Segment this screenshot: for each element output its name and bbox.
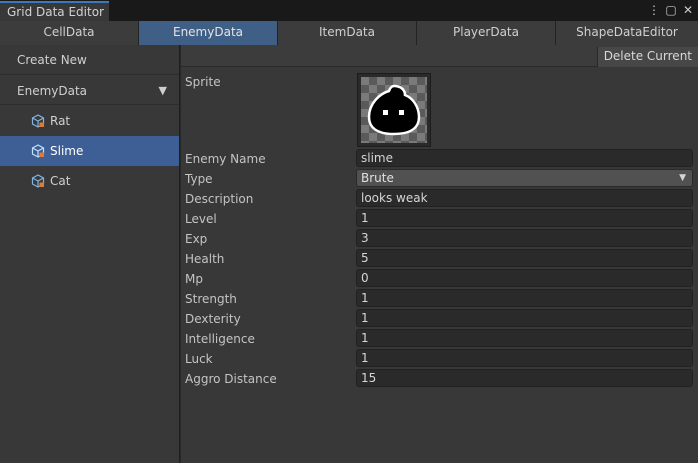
- field-label-mp: Mp: [185, 272, 203, 286]
- tab-enemydata[interactable]: EnemyData: [139, 21, 278, 45]
- sidebar-item-cat[interactable]: Cat: [0, 166, 179, 196]
- intelligence-input[interactable]: 1: [356, 329, 693, 347]
- dexterity-input[interactable]: 1: [356, 309, 693, 327]
- description-input[interactable]: looks weak: [356, 189, 693, 207]
- field-label-strength: Strength: [185, 292, 237, 306]
- luck-input[interactable]: 1: [356, 349, 693, 367]
- type-dropdown[interactable]: Brute ▼: [356, 169, 693, 187]
- maximize-icon[interactable]: ▢: [665, 2, 677, 20]
- exp-input[interactable]: 3: [356, 229, 693, 247]
- sidebar-item-rat[interactable]: Rat: [0, 106, 179, 136]
- sidebar-item-label: Cat: [50, 174, 71, 188]
- dropdown-arrow-icon[interactable]: ▼: [159, 84, 167, 97]
- field-label-intelligence: Intelligence: [185, 332, 255, 346]
- more-options-icon[interactable]: ⋮: [648, 2, 660, 20]
- window-tab[interactable]: Grid Data Editor: [0, 1, 109, 21]
- create-new-label: Create New: [17, 53, 87, 67]
- chevron-down-icon: ▼: [679, 173, 686, 183]
- enemy-name-input[interactable]: slime: [356, 149, 693, 167]
- field-label-health: Health: [185, 252, 225, 266]
- tab-playerdata[interactable]: PlayerData: [417, 21, 556, 45]
- field-label-dexterity: Dexterity: [185, 312, 241, 326]
- field-label-type: Type: [185, 172, 213, 186]
- group-label: EnemyData: [17, 84, 88, 98]
- scriptable-object-icon: [31, 174, 45, 188]
- sidebar: Create New EnemyData ▼ Rat Slime Cat: [0, 45, 180, 463]
- field-label-enemy-name: Enemy Name: [185, 152, 266, 166]
- enemydata-group-header[interactable]: EnemyData ▼: [0, 76, 179, 105]
- field-label-luck: Luck: [185, 352, 213, 366]
- sidebar-item-label: Slime: [50, 144, 84, 158]
- window-title-bar: Grid Data Editor ⋮ ▢ ✕: [0, 0, 698, 21]
- field-label-description: Description: [185, 192, 254, 206]
- tab-itemdata[interactable]: ItemData: [278, 21, 417, 45]
- sidebar-item-slime[interactable]: Slime: [0, 136, 179, 166]
- tab-celldata[interactable]: CellData: [0, 21, 139, 45]
- sprite-field[interactable]: [357, 73, 431, 147]
- scriptable-object-icon: [31, 114, 45, 128]
- mp-input[interactable]: 0: [356, 269, 693, 287]
- slime-sprite-icon: [361, 77, 427, 143]
- sprite-label: Sprite: [185, 75, 221, 89]
- create-new-button[interactable]: Create New: [0, 45, 179, 75]
- close-icon[interactable]: ✕: [682, 2, 694, 20]
- delete-current-button[interactable]: Delete Current: [596, 47, 698, 67]
- inspector-toolbar: Delete Current: [181, 45, 698, 67]
- aggro-distance-input[interactable]: 15: [356, 369, 693, 387]
- tab-shapedataeditor[interactable]: ShapeDataEditor: [556, 21, 698, 45]
- field-label-level: Level: [185, 212, 217, 226]
- type-dropdown-value: Brute: [361, 171, 394, 185]
- window-title: Grid Data Editor: [7, 5, 104, 19]
- scriptable-object-icon: [31, 144, 45, 158]
- strength-input[interactable]: 1: [356, 289, 693, 307]
- health-input[interactable]: 5: [356, 249, 693, 267]
- window-controls: ⋮ ▢ ✕: [648, 2, 694, 20]
- field-label-aggro-distance: Aggro Distance: [185, 372, 277, 386]
- sidebar-item-label: Rat: [50, 114, 71, 128]
- editor-tabs: CellData EnemyData ItemData PlayerData S…: [0, 21, 698, 45]
- field-label-exp: Exp: [185, 232, 208, 246]
- inspector-panel: Delete Current Sprite Enemy Name slime T…: [181, 45, 698, 463]
- level-input[interactable]: 1: [356, 209, 693, 227]
